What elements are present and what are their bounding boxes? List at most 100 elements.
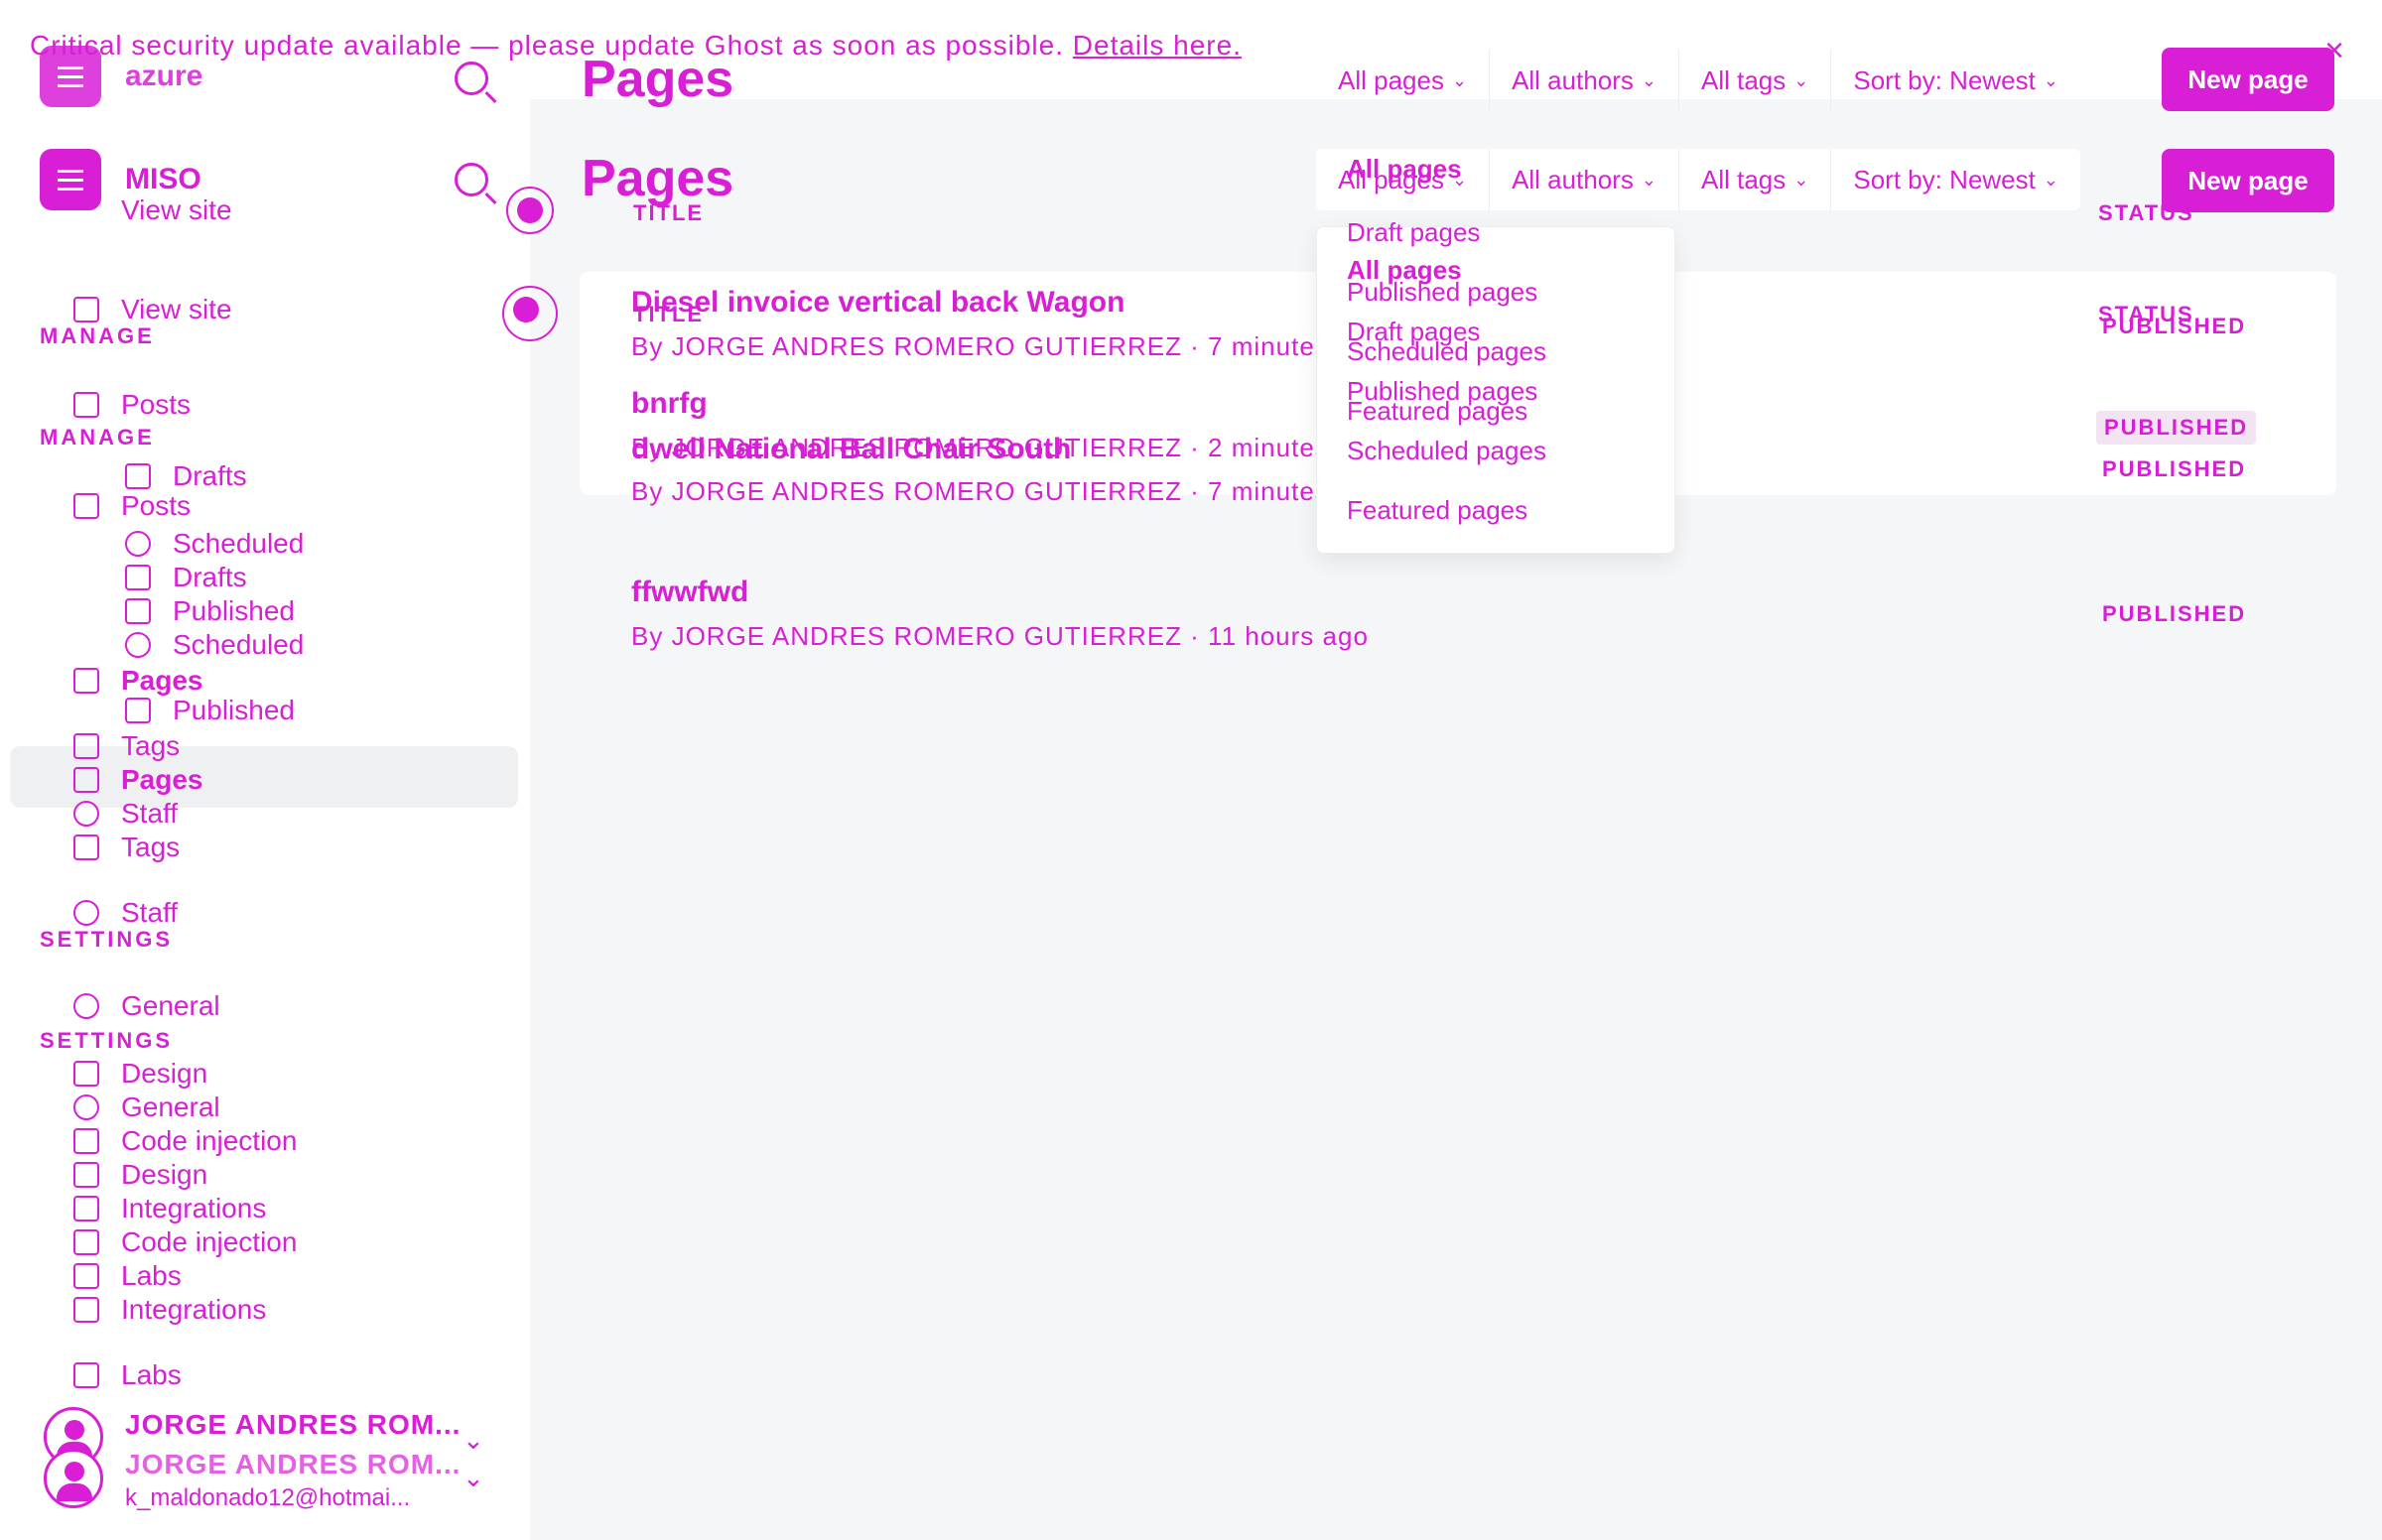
dropdown-option-scheduled-2[interactable]: Scheduled pages [1347, 436, 1546, 466]
filter-authors[interactable]: All authors ⌄ [1490, 50, 1679, 111]
sidebar-item-code-injection[interactable]: Code injection [73, 1125, 297, 1157]
sidebar-item-drafts[interactable]: Drafts [125, 460, 247, 492]
sidebar-item-labs[interactable]: Labs [73, 1260, 182, 1292]
filter-tags-label: All tags [1701, 164, 1786, 194]
status-dot-icon [506, 187, 554, 234]
avatar-2[interactable] [44, 1449, 103, 1508]
sidebar-item-published-2[interactable]: Published [125, 695, 295, 726]
dropdown-option-all[interactable]: All pages [1347, 154, 1462, 185]
page-title: Pages [582, 150, 734, 207]
code-icon [73, 1128, 99, 1154]
dropdown-option-draft[interactable]: Draft pages [1347, 217, 1480, 248]
sidebar-item-label: Integrations [121, 1294, 267, 1325]
flask-icon [73, 1362, 99, 1388]
sidebar: azure MISO View site View site MANAGE MA… [0, 0, 530, 1540]
filters-bar-ghost: All pages ⌄ All authors ⌄ All tags ⌄ Sort b… [1316, 50, 2080, 111]
brand-top-name: azure [125, 60, 203, 92]
sidebar-item-integrations[interactable]: Integrations [73, 1193, 266, 1224]
sidebar-item-staff[interactable]: Staff [73, 798, 178, 830]
sidebar-item-label: General [121, 990, 220, 1021]
filter-type[interactable]: All pages ⌄ [1316, 50, 1491, 111]
sidebar-item-tags[interactable]: Tags [73, 730, 180, 762]
sidebar-item-general-2[interactable]: General [73, 1091, 220, 1123]
user-email: k_maldonado12@hotmai... [125, 1484, 411, 1511]
banner-details-link[interactable]: Details here. [1073, 30, 1242, 61]
filter-authors-label: All authors [1512, 64, 1634, 95]
sidebar-item-tags-2[interactable]: Tags [73, 832, 180, 863]
chevron-down-icon: ⌄ [1793, 69, 1809, 90]
chevron-down-icon: ⌄ [1641, 169, 1656, 190]
pencil-icon [125, 565, 151, 590]
sidebar-item-general[interactable]: General [73, 990, 220, 1022]
search-icon[interactable] [455, 62, 488, 95]
published-icon [125, 598, 151, 624]
sidebar-item-label: Posts [121, 490, 192, 521]
search-icon[interactable] [455, 163, 488, 196]
dropdown-option-featured-2[interactable]: Featured pages [1347, 495, 1527, 526]
sidebar-item-label: Drafts [173, 562, 247, 592]
sidebar-item-label: Published [173, 695, 295, 725]
dropdown-option-published[interactable]: Published pages [1347, 277, 1537, 308]
sidebar-item-drafts-2[interactable]: Drafts [125, 562, 247, 593]
sidebar-item-label: Scheduled [173, 629, 305, 660]
sidebar-item-integrations-2[interactable]: Integrations [73, 1294, 266, 1326]
gear-icon [73, 1094, 99, 1120]
sidebar-item-label: Code injection [121, 1125, 298, 1156]
filter-sort[interactable]: Sort by: Newest ⌄ [1831, 149, 2080, 210]
view-site-link[interactable]: View site [121, 194, 232, 226]
row-title[interactable]: dwell National Ball Chair South [631, 433, 1071, 466]
user-name-2: JORGE ANDRES ROM... [125, 1449, 462, 1479]
logo-icon [40, 149, 101, 210]
sidebar-item-label: Tags [121, 730, 181, 761]
chevron-down-icon[interactable]: ⌄ [463, 1425, 484, 1456]
sidebar-item-label: Scheduled [173, 528, 305, 559]
sidebar-item-code-injection-2[interactable]: Code injection [73, 1226, 297, 1258]
status-dot-icon [502, 286, 558, 341]
posts-icon [73, 392, 99, 418]
sidebar-item-labs-2[interactable]: Labs [73, 1359, 182, 1391]
sidebar-item-scheduled-2[interactable]: Scheduled [125, 629, 304, 661]
filter-authors[interactable]: All authors ⌄ [1490, 149, 1679, 210]
dropdown-option-scheduled[interactable]: Scheduled pages [1347, 336, 1546, 367]
new-page-button-ghost[interactable]: New page [2162, 48, 2334, 111]
staff-icon [73, 900, 99, 926]
row-title[interactable]: bnrfg [631, 387, 708, 421]
settings-heading: SETTINGS [40, 927, 174, 952]
settings-heading-2: SETTINGS [40, 1028, 174, 1053]
brush-icon [73, 1061, 99, 1087]
sidebar-item-published[interactable]: Published [125, 595, 295, 627]
sidebar-item-label: Code injection [121, 1226, 298, 1257]
filter-sort[interactable]: Sort by: Newest ⌄ [1831, 50, 2080, 111]
sidebar-item-design-2[interactable]: Design [73, 1159, 207, 1191]
status-badge: PUBLISHED [2096, 411, 2257, 445]
sidebar-item-staff-2[interactable]: Staff [73, 897, 178, 929]
clock-icon [125, 632, 151, 658]
tag-icon [73, 733, 99, 759]
filter-authors-label: All authors [1512, 164, 1634, 194]
row-title[interactable]: Diesel invoice vertical back Wagon [631, 286, 1125, 320]
chevron-down-icon: ⌄ [1793, 169, 1809, 190]
sidebar-item-label: Integrations [121, 1193, 267, 1223]
filter-tags[interactable]: All tags ⌄ [1679, 50, 1832, 111]
view-site-link-2[interactable]: View site [73, 294, 232, 325]
sidebar-item-label: Design [121, 1058, 208, 1089]
sidebar-item-posts-2[interactable]: Posts [73, 490, 191, 522]
tag-icon [73, 834, 99, 860]
dropdown-option-featured[interactable]: Featured pages [1347, 396, 1527, 427]
home-icon [73, 297, 99, 322]
filter-tags-label: All tags [1701, 64, 1786, 95]
manage-heading-2: MANAGE [40, 425, 155, 449]
sidebar-item-pages[interactable]: Pages [73, 665, 203, 697]
sidebar-item-pages-active[interactable]: Pages [73, 764, 203, 796]
sidebar-item-label: Tags [121, 832, 181, 862]
row-title[interactable]: ffwwfwd [631, 576, 748, 609]
sidebar-item-design[interactable]: Design [73, 1058, 207, 1090]
sidebar-item-label: Staff [121, 798, 179, 829]
clock-icon [125, 531, 151, 557]
sidebar-item-scheduled[interactable]: Scheduled [125, 528, 304, 560]
filter-tags[interactable]: All tags ⌄ [1679, 149, 1832, 210]
status-badge: PUBLISHED [2102, 314, 2247, 338]
sidebar-item-posts[interactable]: Posts [73, 389, 191, 421]
chevron-down-icon[interactable]: ⌄ [463, 1463, 484, 1493]
column-status-header: STATUS [2098, 200, 2194, 225]
